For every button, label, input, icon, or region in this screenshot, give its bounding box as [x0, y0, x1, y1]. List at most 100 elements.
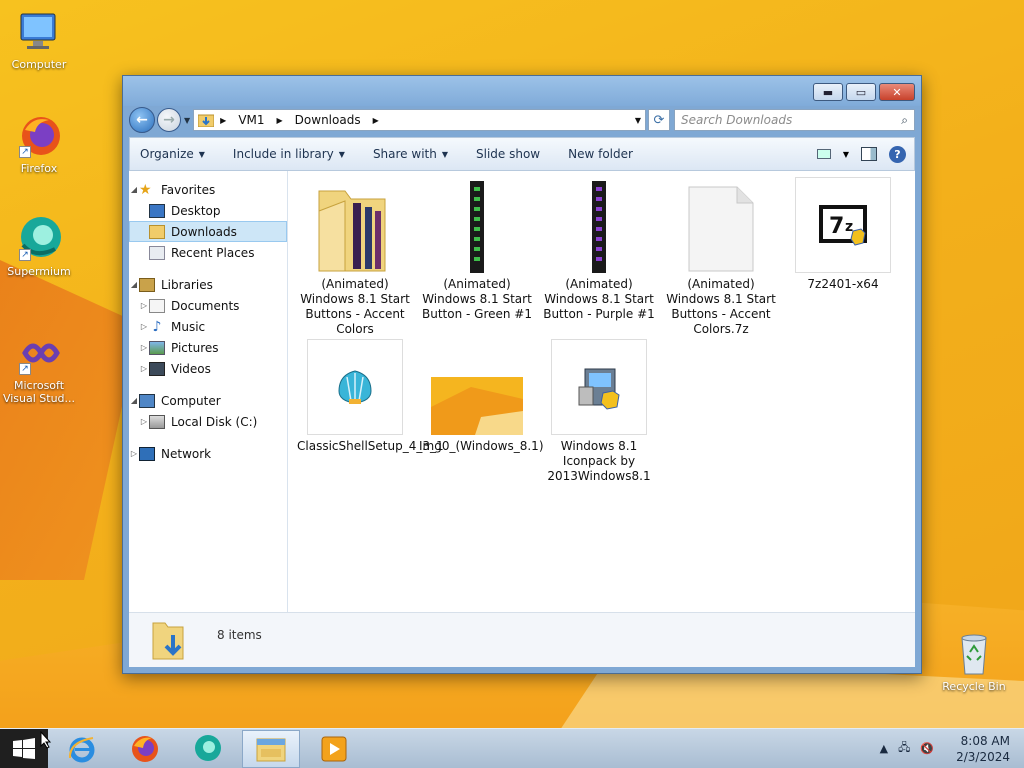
- help-icon[interactable]: ?: [889, 145, 906, 163]
- breadcrumb-separator[interactable]: ▶: [373, 116, 379, 125]
- network-icon: [139, 446, 155, 461]
- nav-pictures[interactable]: ▷ Pictures: [129, 337, 287, 358]
- clock[interactable]: 8:08 AM 2/3/2024: [956, 733, 1010, 765]
- file-item[interactable]: (Animated) Windows 8.1 Start Button - Gr…: [419, 177, 535, 322]
- expand-arrow-icon[interactable]: ▷: [139, 364, 149, 373]
- minimize-button[interactable]: ▬: [813, 83, 843, 101]
- navigation-pane: ◢ ★ Favorites Desktop Downloads Recent P…: [129, 171, 288, 612]
- desktop-icon-label: Microsoft Visual Stud...: [2, 379, 76, 405]
- breadcrumb-downloads[interactable]: Downloads: [295, 113, 361, 127]
- address-bar[interactable]: ▶ VM1 ▶ Downloads ▶ ▼: [193, 109, 646, 131]
- volume-muted-icon[interactable]: 🔇: [920, 742, 934, 755]
- file-name: Img0_(Windows_8.1): [419, 439, 544, 453]
- file-item[interactable]: Img0_(Windows_8.1): [419, 339, 544, 454]
- nav-recent-places[interactable]: Recent Places: [129, 242, 287, 263]
- organize-label: Organize: [140, 147, 194, 161]
- expand-arrow-icon[interactable]: ▷: [129, 449, 139, 458]
- firefox-icon: ↗: [15, 112, 63, 160]
- taskbar-media-player[interactable]: [305, 730, 363, 768]
- desktop-icon-visual-studio[interactable]: ↗ Microsoft Visual Stud...: [1, 329, 77, 405]
- nav-documents[interactable]: ▷ Documents: [129, 295, 287, 316]
- desktop-icon-label: Recycle Bin: [942, 680, 1006, 693]
- close-button[interactable]: ✕: [879, 83, 915, 101]
- taskbar-file-explorer[interactable]: [242, 729, 300, 768]
- file-name: (Animated) Windows 8.1 Start Button - Gr…: [422, 277, 532, 321]
- collapse-arrow-icon[interactable]: ◢: [129, 185, 139, 194]
- item-count: 8 items: [217, 628, 262, 642]
- nav-network[interactable]: ▷ Network: [129, 443, 287, 464]
- desktop-icon-recycle-bin[interactable]: Recycle Bin: [936, 630, 1012, 693]
- back-button[interactable]: ←: [129, 107, 155, 133]
- preview-pane-icon[interactable]: [861, 147, 877, 161]
- pictures-icon: [149, 340, 165, 355]
- include-in-library-menu[interactable]: Include in library ▼: [233, 147, 345, 161]
- network-status-icon[interactable]: 🖧: [898, 739, 910, 758]
- nav-music[interactable]: ▷ ♪ Music: [129, 316, 287, 337]
- shortcut-arrow-icon: ↗: [19, 146, 31, 158]
- file-explorer-icon: [256, 738, 286, 761]
- forward-button[interactable]: →: [157, 108, 181, 132]
- taskbar-firefox[interactable]: [116, 730, 174, 768]
- blank-file-icon: [663, 177, 779, 273]
- nav-downloads[interactable]: Downloads: [129, 221, 287, 242]
- collapse-arrow-icon[interactable]: ◢: [129, 280, 139, 289]
- search-placeholder: Search Downloads: [681, 113, 793, 127]
- nav-videos[interactable]: ▷ Videos: [129, 358, 287, 379]
- collapse-arrow-icon[interactable]: ◢: [129, 396, 139, 405]
- videos-icon: [149, 361, 165, 376]
- refresh-button[interactable]: ⟳: [648, 109, 670, 131]
- visual-studio-icon: ↗: [15, 329, 63, 377]
- new-folder-button[interactable]: New folder: [568, 147, 633, 161]
- file-item[interactable]: (Animated) Windows 8.1 Start Buttons - A…: [663, 177, 779, 337]
- organize-menu[interactable]: Organize ▼: [140, 147, 205, 161]
- expand-arrow-icon[interactable]: ▷: [139, 301, 149, 310]
- nav-local-disk[interactable]: ▷ Local Disk (C:): [129, 411, 287, 432]
- navigation-bar: ← → ▼ ▶ VM1 ▶ Downloads ▶ ▼ ⟳ Search Dow…: [129, 106, 915, 134]
- slide-show-label: Slide show: [476, 147, 541, 161]
- file-item[interactable]: ClassicShellSetup_4_3_1: [297, 339, 444, 454]
- chevron-down-icon[interactable]: ▼: [635, 116, 641, 125]
- breadcrumb-separator[interactable]: ▶: [277, 116, 283, 125]
- nav-libraries[interactable]: ◢ Libraries: [129, 274, 287, 295]
- file-item[interactable]: 7z 7z2401-x64: [785, 177, 901, 292]
- downloads-folder-icon: [198, 114, 215, 127]
- change-view-icon[interactable]: [816, 149, 831, 159]
- desktop-icon-computer[interactable]: Computer: [1, 8, 77, 71]
- expand-arrow-icon[interactable]: ▷: [139, 417, 149, 426]
- new-folder-label: New folder: [568, 147, 633, 161]
- taskbar-supermium[interactable]: [179, 730, 237, 768]
- search-icon[interactable]: ⌕: [901, 113, 908, 128]
- windows-logo-icon: [13, 737, 35, 759]
- file-name: (Animated) Windows 8.1 Start Buttons - A…: [300, 277, 410, 336]
- taskbar-internet-explorer[interactable]: [53, 730, 111, 768]
- desktop-icon-supermium[interactable]: ↗ Supermium: [1, 215, 77, 278]
- file-name: (Animated) Windows 8.1 Start Buttons - A…: [666, 277, 776, 336]
- nav-favorites[interactable]: ◢ ★ Favorites: [129, 179, 287, 200]
- classic-shell-icon: [307, 339, 403, 435]
- slide-show-button[interactable]: Slide show: [476, 147, 540, 161]
- expand-arrow-icon[interactable]: ▷: [139, 343, 149, 352]
- breadcrumb-separator[interactable]: ▶: [220, 116, 226, 125]
- nav-desktop[interactable]: Desktop: [129, 200, 287, 221]
- expand-arrow-icon[interactable]: ▷: [139, 322, 149, 331]
- share-with-menu[interactable]: Share with ▼: [373, 147, 448, 161]
- chevron-down-icon: ▼: [338, 149, 345, 159]
- show-hidden-icons-icon[interactable]: ▲: [880, 742, 888, 755]
- file-item[interactable]: (Animated) Windows 8.1 Start Button - Pu…: [541, 177, 657, 322]
- supermium-icon: [195, 734, 221, 761]
- file-item[interactable]: (Animated) Windows 8.1 Start Buttons - A…: [297, 177, 413, 337]
- nav-computer[interactable]: ◢ Computer: [129, 390, 287, 411]
- recycle-bin-icon: [950, 630, 998, 678]
- title-bar[interactable]: ▬ ▭ ✕: [123, 76, 921, 106]
- explorer-window: ▬ ▭ ✕ ← → ▼ ▶ VM1 ▶ Downloads ▶ ▼ ⟳ Sear…: [122, 75, 922, 674]
- filmstrip-green-icon: [419, 177, 535, 273]
- downloads-folder-icon: [152, 622, 184, 660]
- search-input[interactable]: Search Downloads ⌕: [674, 109, 915, 131]
- desktop-icon-firefox[interactable]: ↗ Firefox: [1, 112, 77, 175]
- file-item[interactable]: Windows 8.1 Iconpack by 2013Windows8.1: [541, 339, 657, 484]
- chevron-down-icon[interactable]: ▼: [843, 150, 849, 159]
- recent-locations-dropdown[interactable]: ▼: [184, 116, 190, 125]
- nav-music-label: Music: [171, 319, 206, 334]
- breadcrumb-vm1[interactable]: VM1: [238, 113, 264, 127]
- maximize-button[interactable]: ▭: [846, 83, 876, 101]
